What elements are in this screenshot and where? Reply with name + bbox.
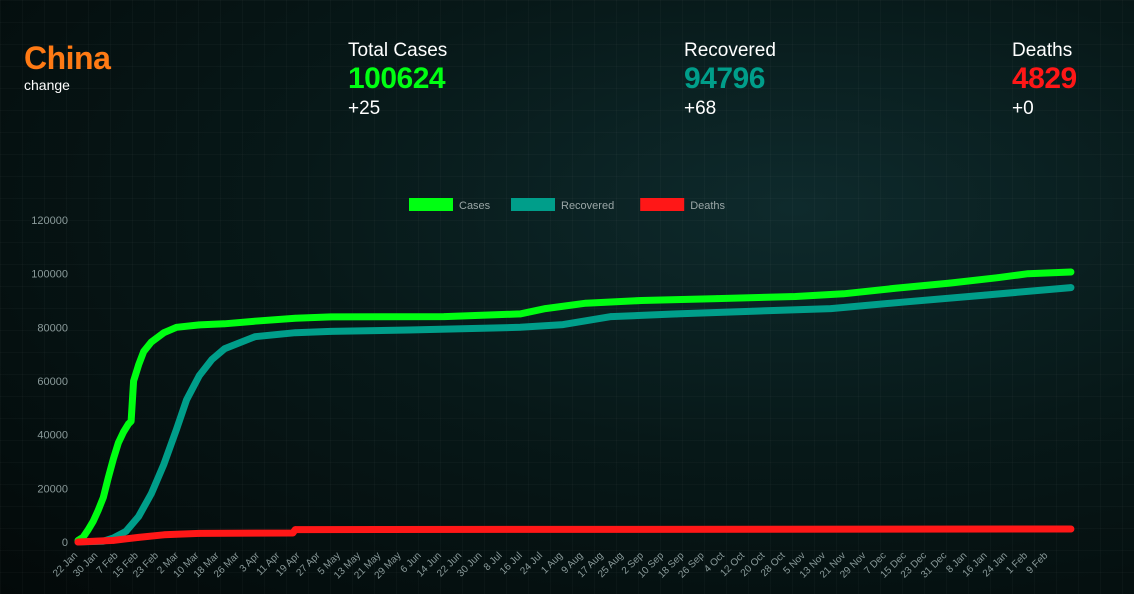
data-point xyxy=(890,285,898,292)
data-point xyxy=(105,474,112,481)
data-point xyxy=(638,297,645,304)
data-point xyxy=(673,310,681,318)
data-point xyxy=(405,326,413,334)
x-tick-label: 9 Feb xyxy=(1024,550,1050,576)
series-deaths xyxy=(74,525,1075,546)
data-point xyxy=(208,356,216,363)
data-point xyxy=(148,490,155,498)
data-point xyxy=(135,513,142,520)
x-tick-label: 1 Feb xyxy=(1004,550,1030,576)
data-point xyxy=(115,439,122,447)
data-point xyxy=(110,537,117,544)
chart-legend: Cases Recovered Deaths xyxy=(409,198,726,212)
x-tick-label: 1 Aug xyxy=(539,550,565,576)
data-point xyxy=(327,313,335,321)
data-point xyxy=(221,345,228,353)
data-point xyxy=(903,298,910,306)
data-point xyxy=(160,329,168,337)
data-point xyxy=(827,305,835,312)
data-point xyxy=(183,396,190,404)
data-point xyxy=(148,338,155,346)
legend-label: Recovered xyxy=(561,200,614,212)
data-point xyxy=(127,418,135,425)
data-point xyxy=(582,299,590,307)
data-point xyxy=(713,295,721,302)
data-point xyxy=(327,328,335,335)
data-point xyxy=(840,290,847,298)
x-tick-label: 24 Jul xyxy=(518,550,545,577)
data-point xyxy=(196,372,203,379)
data-point xyxy=(994,274,1001,282)
series-line-deaths xyxy=(74,525,1075,546)
data-point xyxy=(516,324,524,331)
y-axis: 0 20000 40000 60000 80000 100000 120000 xyxy=(31,215,68,549)
data-point xyxy=(74,538,82,546)
x-tick-label: 27 Apr xyxy=(294,550,323,579)
data-point xyxy=(130,377,137,385)
data-point xyxy=(516,310,524,318)
data-point xyxy=(559,321,567,328)
data-point xyxy=(135,361,142,369)
data-point xyxy=(160,460,168,468)
data-point xyxy=(251,333,259,341)
legend-label: Cases xyxy=(459,200,491,212)
data-point xyxy=(94,507,102,514)
data-point xyxy=(221,320,228,328)
x-axis: 22 Jan30 Jan7 Feb15 Feb23 Feb2 Mar10 Mar… xyxy=(51,550,1051,581)
data-point xyxy=(160,531,168,539)
data-point xyxy=(749,307,756,315)
series-line-cases xyxy=(74,268,1075,544)
data-point xyxy=(122,528,130,535)
data-point xyxy=(173,426,180,433)
data-point xyxy=(110,455,117,463)
data-point xyxy=(292,526,299,533)
data-point xyxy=(981,291,989,299)
y-tick-label: 0 xyxy=(62,537,68,549)
data-point xyxy=(607,313,615,320)
data-point xyxy=(251,317,259,325)
y-tick-label: 20000 xyxy=(37,483,68,495)
data-point xyxy=(196,530,203,537)
data-point xyxy=(196,321,203,329)
y-tick-label: 100000 xyxy=(31,269,68,281)
legend-swatch xyxy=(511,198,555,211)
data-point xyxy=(140,348,147,355)
data-point xyxy=(100,494,107,501)
data-point xyxy=(173,324,180,331)
data-point xyxy=(120,428,127,436)
data-point xyxy=(441,313,448,320)
y-tick-label: 60000 xyxy=(37,376,68,388)
data-point xyxy=(292,329,299,337)
data-point xyxy=(946,279,953,287)
series-layer xyxy=(74,268,1075,546)
cases-line-chart: Cases Recovered Deaths 0 20000 40000 60000 800… xyxy=(31,198,1075,581)
data-point xyxy=(1067,268,1075,276)
legend-swatch xyxy=(409,198,453,211)
data-point xyxy=(89,518,97,525)
data-point xyxy=(1067,284,1075,291)
data-point xyxy=(542,305,549,312)
series-cases xyxy=(74,268,1075,544)
data-point xyxy=(792,293,799,300)
y-tick-label: 120000 xyxy=(31,215,68,227)
legend-label: Deaths xyxy=(690,200,725,212)
data-point xyxy=(292,314,299,322)
data-point xyxy=(135,534,142,541)
data-point xyxy=(84,526,92,534)
data-point xyxy=(1067,525,1075,533)
y-tick-label: 40000 xyxy=(37,430,68,442)
y-tick-label: 80000 xyxy=(37,322,68,334)
data-point xyxy=(1024,270,1032,278)
legend-swatch xyxy=(640,198,685,211)
